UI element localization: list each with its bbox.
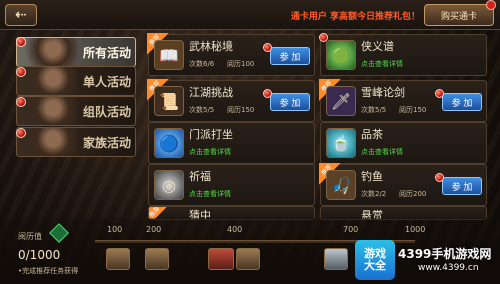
vip-promo-text: 通卡用户 享高额今日推荐礼包！ [290, 12, 420, 22]
view-details-link[interactable]: 点击查看详情 [189, 189, 231, 199]
portrait-image [17, 38, 77, 66]
prayer-icon: ◎ [154, 170, 184, 200]
reward-chest-icon[interactable] [208, 248, 234, 270]
activity-count: 次数5/5 [361, 106, 387, 114]
activity-name: 品茶 [361, 128, 383, 141]
activity-points-hint: •完成推荐任务获得 [18, 267, 79, 275]
join-button[interactable]: 参 加 [442, 93, 482, 111]
green-orb-icon: 🟢 [326, 40, 356, 70]
tab-label: 单人活动 [82, 75, 131, 89]
reward-chest-icon[interactable] [324, 248, 348, 270]
activity-reward: 阅历150 [399, 106, 427, 114]
activity-card[interactable]: ◎ 祈福 点击查看详情 [148, 164, 315, 206]
reward-chest-icon[interactable] [236, 248, 260, 270]
activity-count: 次数5/5 [189, 106, 215, 114]
tab-label: 组队活动 [82, 105, 131, 119]
activity-points-score: 0/1000 [18, 248, 61, 262]
activity-name: 雪峰论剑 [361, 86, 405, 99]
activity-reward: 阅历100 [227, 60, 255, 68]
view-details-link[interactable]: 点击查看详情 [189, 147, 231, 157]
activity-reward: 阅历150 [227, 106, 255, 114]
notification-dot [16, 97, 26, 107]
tab-family-activities[interactable]: 家族活动 [16, 127, 136, 157]
tab-solo-activities[interactable]: 单人活动 [16, 66, 136, 96]
fishing-icon: 🎣 [326, 170, 356, 200]
reward-chest-icon[interactable] [145, 248, 169, 270]
join-button[interactable]: 参 加 [270, 47, 310, 65]
notification-dot [263, 43, 272, 52]
activity-card[interactable]: 推荐 🗡 雪峰论剑 次数5/5 阅历150 参 加 [319, 79, 487, 122]
activity-name: 武林秘境 [189, 40, 233, 53]
activity-name: 江湖挑战 [189, 86, 233, 99]
notification-dot [16, 128, 26, 138]
notification-dot [435, 89, 444, 98]
view-details-link[interactable]: 点击查看详情 [361, 59, 403, 69]
milestone-label: 100 [107, 225, 123, 234]
activity-card[interactable]: 🔵 门派打坐 点击查看详情 [148, 122, 315, 164]
portrait-image [17, 67, 77, 95]
activity-name: 祈福 [189, 170, 211, 183]
milestone-label: 1000 [405, 225, 426, 234]
tab-label: 所有活动 [82, 46, 131, 60]
activity-reward: 阅历200 [399, 190, 427, 198]
view-details-link[interactable]: 点击查看详情 [361, 147, 403, 157]
activity-points-label: 阅历值 [18, 232, 42, 241]
top-bar: ⇠ 通卡用户 享高额今日推荐礼包！ 购买通卡 [0, 0, 500, 30]
sword-icon: 🗡 [326, 86, 356, 116]
blue-orb-icon: 🔵 [154, 128, 184, 158]
tab-label: 家族活动 [82, 136, 131, 150]
watermark-url: www.4399.cn [418, 263, 479, 273]
back-arrow-icon: ⇠ [15, 7, 27, 23]
activity-name: 门派打坐 [189, 128, 233, 141]
notification-dot [486, 0, 496, 10]
join-button[interactable]: 参 加 [442, 177, 482, 195]
activity-name: 侠义谱 [361, 40, 394, 53]
reward-chest-icon[interactable] [106, 248, 130, 270]
book-icon: 📖 [154, 40, 184, 70]
activity-card[interactable]: 推荐 📖 武林秘境 次数6/6 阅历100 参 加 [147, 33, 315, 76]
activity-card[interactable]: 推荐 🎣 钓鱼 次数2/2 阅历200 参 加 [319, 163, 487, 206]
portrait-image [17, 128, 77, 156]
notification-dot [319, 33, 328, 42]
notification-dot [16, 37, 26, 47]
tea-icon: 🍵 [326, 128, 356, 158]
scroll-icon: 📜 [154, 86, 184, 116]
notification-dot [16, 67, 26, 77]
tab-all-activities[interactable]: 所有活动 [16, 37, 136, 67]
activity-card[interactable]: 🟢 侠义谱 点击查看详情 [319, 33, 487, 76]
portrait-image [17, 97, 77, 125]
activity-card[interactable]: 推荐 📜 江湖挑战 次数5/5 阅历150 参 加 [147, 79, 315, 122]
activity-count: 次数2/2 [361, 190, 387, 198]
tab-team-activities[interactable]: 组队活动 [16, 96, 136, 126]
notification-dot [263, 89, 272, 98]
milestone-label: 400 [227, 225, 243, 234]
milestone-label: 700 [343, 225, 359, 234]
watermark-title: 4399手机游戏网 [398, 247, 492, 261]
notification-dot [435, 173, 444, 182]
back-button[interactable]: ⇠ [5, 4, 37, 26]
milestone-label: 200 [146, 225, 162, 234]
activity-count: 次数6/6 [189, 60, 215, 68]
activity-name: 钓鱼 [361, 170, 383, 183]
activity-card[interactable]: 🍵 品茶 点击查看详情 [320, 122, 487, 164]
buy-pass-button[interactable]: 购买通卡 [424, 4, 494, 26]
join-button[interactable]: 参 加 [270, 93, 310, 111]
watermark-logo: 游戏 大全 [355, 240, 395, 280]
